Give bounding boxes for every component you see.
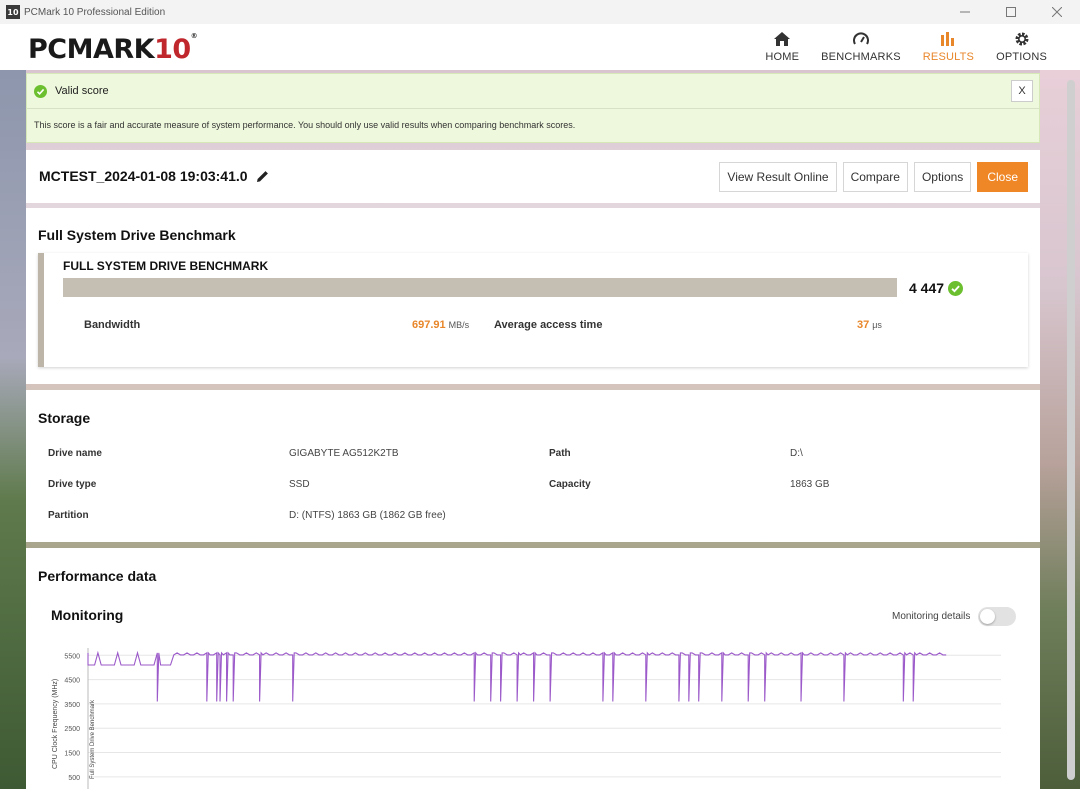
partition-label: Partition [48,510,89,521]
access-time-unit: μs [872,320,882,330]
minimize-button[interactable] [942,0,988,24]
storage-panel: Storage Drive name GIGABYTE AG512K2TB Pa… [26,390,1040,542]
minimize-icon [960,11,970,13]
monitoring-chart: 5500 4500 3500 2500 1500 500 CPU Clock Frequen… [52,648,1001,789]
performance-panel: Performance data Monitoring Monitoring d… [26,548,1040,789]
benchmark-section-title: Full System Drive Benchmark [38,227,236,243]
valid-score-banner: Valid score X This score is a fair and a… [26,73,1040,143]
maximize-icon [1006,7,1016,17]
nav-home[interactable]: HOME [754,24,810,70]
result-header-panel: MCTEST_2024-01-08 19:03:41.0 View Result… [26,150,1040,203]
chart-band-label: Full System Drive Benchmark [90,699,96,779]
app-logo-icon: 10 [6,5,20,19]
view-result-online-button[interactable]: View Result Online [719,162,837,192]
window-controls [942,0,1080,24]
vertical-scrollbar[interactable] [1067,80,1075,780]
chart-tick-label: 2500 [64,726,80,733]
benchmark-card: FULL SYSTEM DRIVE BENCHMARK 4 447 Bandwi… [38,253,1028,367]
bandwidth-unit: MB/s [448,320,470,330]
main-nav: HOME BENCHMARKS RESULTS OPTIONS [754,24,1058,70]
chart-tick-label: 3500 [64,702,80,709]
close-window-button[interactable] [1034,0,1080,24]
benchmark-panel: Full System Drive Benchmark FULL SYSTEM … [26,208,1040,384]
drive-name-label: Drive name [48,448,102,459]
window-titlebar: 10 PCMark 10 Professional Edition [0,0,1080,24]
window-title: PCMark 10 Professional Edition [24,6,166,18]
valid-check-icon [948,280,964,296]
pcmark-logo: PCMARK 10 ® [28,32,198,65]
path-value: D:\ [790,448,803,459]
nav-label: HOME [765,51,800,63]
nav-benchmarks[interactable]: BENCHMARKS [810,24,912,70]
chart-y-axis-label: CPU Clock Frequency (MHz) [52,679,59,769]
drive-type-label: Drive type [48,479,97,490]
speedometer-icon [852,31,869,47]
valid-score-description: This score is a fair and accurate measur… [34,120,576,130]
nav-label: RESULTS [922,51,975,63]
score-bar [63,278,897,297]
nav-results[interactable]: RESULTS [912,24,985,70]
close-icon [1052,7,1062,17]
close-button[interactable]: Close [977,162,1028,192]
check-circle-icon [34,84,47,98]
access-time-label: Average access time [494,319,603,331]
bandwidth-value: 697.91 MB/s [412,319,469,331]
nav-options[interactable]: OPTIONS [985,24,1058,70]
access-time-number: 37 [857,319,870,331]
access-time-value: 37 μs [857,319,882,331]
storage-title: Storage [38,410,91,426]
compare-button[interactable]: Compare [842,162,908,192]
benchmark-card-title: FULL SYSTEM DRIVE BENCHMARK [63,259,269,273]
gear-icon [1014,31,1030,47]
background-left-edge [0,70,26,789]
drive-type-value: SSD [289,479,310,490]
home-icon [774,31,791,47]
bandwidth-number: 697.91 [412,319,446,331]
capacity-label: Capacity [549,479,591,490]
cpu-frequency-series [87,650,947,702]
score-value: 4 447 [909,280,945,296]
nav-label: OPTIONS [996,51,1047,63]
result-actions: View Result Online Compare Options Close [719,162,1028,192]
result-name: MCTEST_2024-01-08 19:03:41.0 [39,168,269,184]
score-display: 4 447 [909,280,964,296]
app-header: PCMARK 10 ® HOME BENCHMARKS RESULTS OPTI… [0,24,1080,70]
dismiss-banner-button[interactable]: X [1011,80,1033,102]
chart-tick-label: 1500 [64,751,80,758]
logo-number: 10 [154,34,191,65]
logo-registered: ® [190,32,198,40]
bandwidth-label: Bandwidth [84,319,141,331]
logo-text: PCMARK [28,34,155,65]
nav-label: BENCHMARKS [821,51,901,63]
path-label: Path [549,448,571,459]
chart-tick-label: 500 [68,775,80,782]
valid-score-title: Valid score [55,85,109,97]
partition-value: D: (NTFS) 1863 GB (1862 GB free) [289,510,446,521]
options-button[interactable]: Options [913,162,972,192]
maximize-button[interactable] [988,0,1034,24]
edit-pencil-icon[interactable] [256,170,269,183]
chart-tick-label: 5500 [64,653,80,660]
bar-chart-icon [940,31,956,47]
result-name-text: MCTEST_2024-01-08 19:03:41.0 [39,168,248,184]
drive-name-value: GIGABYTE AG512K2TB [289,448,399,459]
capacity-value: 1863 GB [790,479,830,490]
chart-tick-label: 4500 [64,678,80,685]
